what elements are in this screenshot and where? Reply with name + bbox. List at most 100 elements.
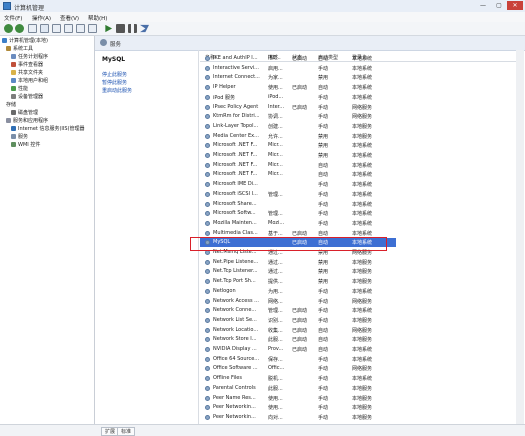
menu-help[interactable]: 帮助(H)	[88, 14, 107, 22]
tree-item-disk-management[interactable]: 磁盘管理	[11, 109, 38, 117]
tree-item-event-viewer[interactable]: 事件查看器	[11, 61, 43, 69]
forward-icon[interactable]	[15, 24, 24, 33]
service-row[interactable]: Peer Networkin... 向对... 手动 本地服务	[200, 413, 396, 422]
pause-service-icon[interactable]	[128, 24, 137, 33]
export-list-icon[interactable]	[64, 24, 73, 33]
iis-icon	[11, 126, 16, 131]
refresh-icon[interactable]	[52, 24, 61, 33]
tree-item-system-tools[interactable]: 系统工具	[6, 45, 33, 53]
service-row[interactable]: Microsoft .NET F... Micr... 自动 本地系统	[200, 161, 396, 170]
show-tree-icon[interactable]	[40, 24, 49, 33]
service-description: 使用...	[268, 85, 283, 92]
tree-item-iis-manager[interactable]: Internet 信息服务(IIS)管理器	[11, 125, 84, 133]
service-row[interactable]: Microsoft .NET F... Micr... 自动 本地系统	[200, 170, 396, 179]
service-name: Microsoft .NET F...	[213, 152, 258, 158]
start-service-icon[interactable]	[105, 24, 113, 33]
service-row[interactable]: Microsoft iSCSI I... 管理... 手动 本地系统	[200, 190, 396, 199]
service-name: Peer Networkin...	[213, 404, 256, 411]
service-row[interactable]: iPod 服务 iPod... 手动 本地系统	[200, 93, 396, 102]
services-apps-icon	[6, 118, 11, 123]
service-row[interactable]: Interactive Servi... 启用... 手动 本地系统	[200, 64, 396, 73]
service-row[interactable]: Microsoft .NET F... Micr... 禁用 本地系统	[200, 151, 396, 160]
tree-item-computer-management[interactable]: 计算机管理(本地)	[2, 37, 48, 45]
service-row[interactable]: Net.Pipe Listene... 通过... 禁用 本地服务	[200, 258, 396, 267]
minimize-button[interactable]: —	[475, 1, 491, 10]
help-icon[interactable]	[76, 24, 85, 33]
stop-service-icon[interactable]	[116, 24, 125, 33]
performance-icon	[11, 86, 16, 91]
service-name: Network Locatio...	[213, 326, 259, 333]
tree-item-shared-folders[interactable]: 共享文件夹	[11, 69, 43, 77]
service-row[interactable]: Network Conne... 管理... 已启动 手动 本地系统	[200, 306, 396, 315]
restart-service-link[interactable]: 重启动此服务	[102, 87, 132, 94]
service-log-on-as: 本地系统	[352, 220, 373, 227]
service-icon	[205, 94, 210, 100]
menu-file[interactable]: 文件(F)	[4, 14, 22, 22]
service-startup-type: 自动	[318, 85, 329, 92]
service-row[interactable]: Microsoft Share... 手动 本地系统	[200, 200, 396, 209]
service-row[interactable]: Microsoft .NET F... Micr... 禁用 本地系统	[200, 141, 396, 150]
pause-service-link[interactable]: 暂停此服务	[102, 79, 127, 86]
service-startup-type: 手动	[318, 201, 329, 208]
service-row[interactable]: Network Locatio... 收集... 已启动 自动 网络服务	[200, 326, 396, 335]
close-button[interactable]: ✕	[507, 1, 523, 10]
service-row[interactable]: Office Software ... Offic... 手动 网络服务	[200, 364, 396, 373]
tree-item-performance[interactable]: 性能	[11, 85, 28, 93]
service-row[interactable]: Offline Files 脱机... 手动 本地系统	[200, 374, 396, 383]
service-row[interactable]: IKE and AuthIP I... IKE... 已启动 自动 本地系统	[200, 54, 396, 63]
service-description: 使用...	[268, 395, 283, 402]
tree-item-services[interactable]: 服务	[11, 133, 28, 141]
service-row[interactable]: Net.Tcp Listener... 通过... 禁用 本地服务	[200, 267, 396, 276]
service-row[interactable]: Network Access ... 网络... 手动 网络服务	[200, 297, 396, 306]
service-name: Net.Tcp Listener...	[213, 268, 258, 275]
restart-service-icon[interactable]	[140, 24, 149, 33]
service-row[interactable]: IP Helper 使用... 已启动 自动 本地系统	[200, 83, 396, 92]
navigation-tree: 计算机管理(本地) 系统工具 任务计划程序 事件查看器 共享文件夹 本地用户和组…	[0, 36, 95, 424]
service-icon	[205, 104, 210, 110]
tree-item-task-scheduler[interactable]: 任务计划程序	[11, 53, 48, 61]
service-row[interactable]: Peer Networkin... 使用... 手动 本地服务	[200, 403, 396, 412]
service-log-on-as: 本地系统	[352, 288, 373, 295]
service-row[interactable]: NVIDIA Display ... Prov... 已启动 自动 本地系统	[200, 345, 396, 354]
service-row[interactable]: KtmRm for Distri... 协调... 手动 网络服务	[200, 112, 396, 121]
service-row[interactable]: Network List Se... 识别... 已启动 手动 本地服务	[200, 316, 396, 325]
tree-item-wmi-control[interactable]: WMI 控件	[11, 141, 40, 149]
service-row[interactable]: Peer Name Res... 使用... 手动 本地服务	[200, 394, 396, 403]
service-row[interactable]: Link-Layer Topol... 创建... 手动 本地服务	[200, 122, 396, 131]
service-description: 管理...	[268, 191, 283, 198]
properties-icon[interactable]	[88, 24, 97, 33]
service-row[interactable]: Office 64 Source... 保存... 手动 本地系统	[200, 355, 396, 364]
tree-item-storage[interactable]: 存储	[6, 101, 16, 109]
tree-item-services-apps[interactable]: 服务和应用程序	[6, 117, 48, 125]
service-row[interactable]: Parental Controls 此服... 手动 本地服务	[200, 384, 396, 393]
up-folder-icon[interactable]	[28, 24, 37, 33]
service-log-on-as: 本地服务	[352, 395, 373, 402]
service-startup-type: 手动	[318, 395, 329, 402]
service-row[interactable]: Netlogon 为用... 手动 本地系统	[200, 287, 396, 296]
back-icon[interactable]	[4, 24, 13, 33]
service-name: Multimedia Clas...	[213, 229, 258, 236]
service-description: 基于...	[268, 230, 283, 237]
service-row[interactable]: Microsoft IME Di... 手动 本地系统	[200, 180, 396, 189]
tree-item-local-users[interactable]: 本地用户和组	[11, 77, 48, 85]
service-log-on-as: 本地系统	[352, 201, 373, 208]
menu-view[interactable]: 查看(V)	[60, 14, 79, 22]
tree-item-device-manager[interactable]: 设备管理器	[11, 93, 43, 101]
menu-action[interactable]: 操作(A)	[32, 14, 51, 22]
service-row[interactable]: Microsoft Softw... 管理... 手动 本地系统	[200, 209, 396, 218]
service-log-on-as: 本地服务	[352, 269, 373, 276]
panel-title: 服务	[110, 42, 122, 48]
service-row[interactable]: Media Center Ex... 允许... 禁用 本地服务	[200, 132, 396, 141]
stop-service-link[interactable]: 停止此服务	[102, 71, 127, 78]
service-startup-type: 手动	[318, 414, 329, 421]
service-startup-type: 手动	[318, 114, 329, 121]
service-row[interactable]: Mozilla Mainten... Mozi... 手动 本地系统	[200, 219, 396, 228]
service-row[interactable]: Net.Tcp Port Sh... 提供... 禁用 本地服务	[200, 277, 396, 286]
maximize-button[interactable]: ▢	[491, 1, 507, 10]
service-row[interactable]: IPsec Policy Agent Inter... 已启动 手动 网络服务	[200, 103, 396, 112]
service-row[interactable]: Network Store I... 此服... 已启动 自动 本地服务	[200, 335, 396, 344]
vertical-scrollbar[interactable]	[516, 50, 524, 424]
service-icon	[205, 356, 210, 362]
service-startup-type: 手动	[318, 356, 329, 363]
service-row[interactable]: Internet Connect... 为家... 禁用 本地系统	[200, 73, 396, 82]
